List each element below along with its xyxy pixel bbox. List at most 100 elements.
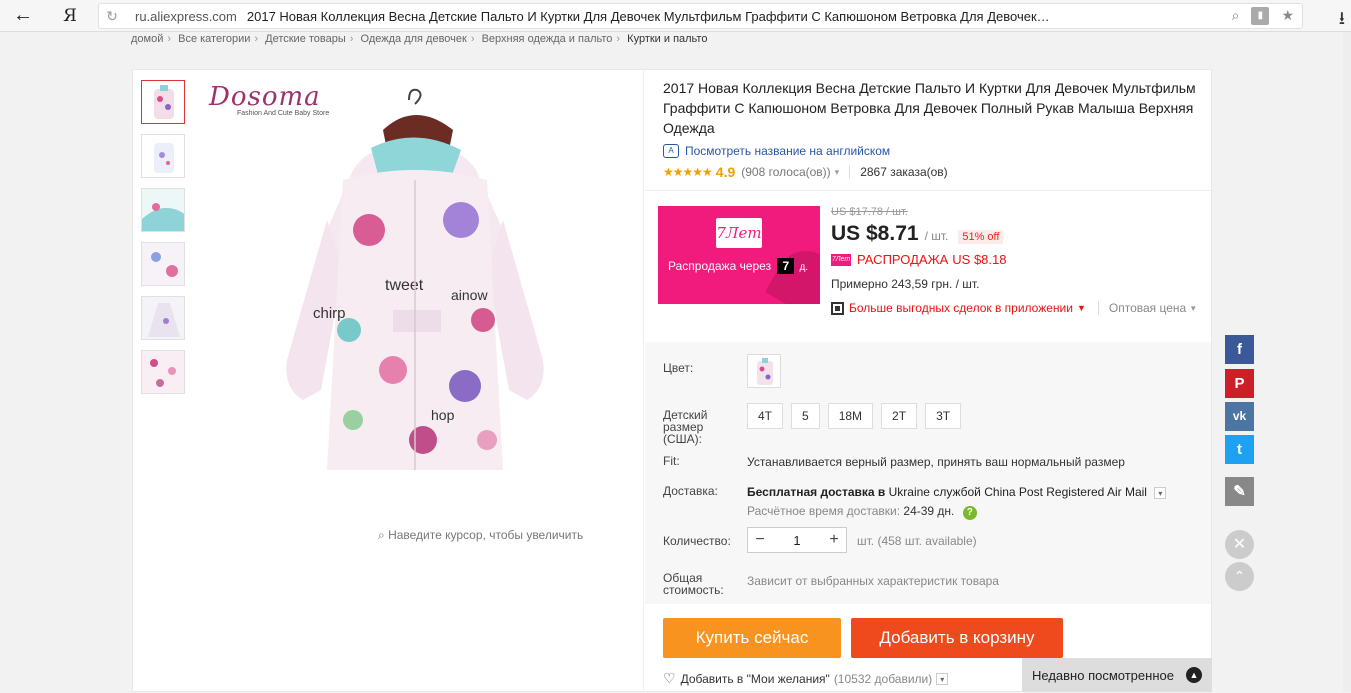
thumbnail-6[interactable] bbox=[141, 350, 185, 394]
vk-icon[interactable]: vk bbox=[1225, 402, 1254, 431]
breadcrumb-current[interactable]: Куртки и пальто bbox=[627, 33, 707, 45]
product-title: 2017 Новая Коллекция Весна Детские Пальт… bbox=[663, 80, 1196, 136]
sale-label: РАСПРОДАЖА bbox=[857, 252, 949, 267]
sale-row: 7Лет РАСПРОДАЖА US $8.18 bbox=[831, 252, 1197, 267]
recently-viewed-bar[interactable]: Недавно посмотренное ▲ bbox=[1022, 658, 1212, 692]
breadcrumb-all-categories[interactable]: Все категории bbox=[178, 33, 250, 45]
thumbnail-3[interactable] bbox=[141, 188, 185, 232]
discount-badge: 51% off bbox=[958, 230, 1004, 244]
size-selector: 4T 5 18M 2T 3T bbox=[747, 403, 962, 429]
app-deals-link[interactable]: Больше выгодных сделок в приложении bbox=[849, 301, 1073, 315]
quantity-input[interactable]: 1 bbox=[793, 533, 800, 548]
shipping-label: Доставка: bbox=[663, 484, 718, 498]
search-icon[interactable]: ⌕ bbox=[1232, 7, 1240, 25]
promo-countdown: Распродажа через 7 д. bbox=[668, 258, 808, 274]
wishlist-row: ♡ Добавить в "Мои желания" (10532 добави… bbox=[663, 670, 949, 687]
shipping-dropdown-icon[interactable]: ▾ bbox=[1154, 487, 1167, 499]
price-column: US $17.78 / шт. US $8.71 / шт. 51% off 7… bbox=[831, 206, 1197, 315]
size-option-3t[interactable]: 3T bbox=[925, 403, 962, 429]
shipping-service-prefix: службой bbox=[933, 485, 981, 499]
thumbnail-5[interactable] bbox=[141, 296, 185, 340]
shipping-country: Ukraine bbox=[888, 485, 930, 499]
thumbnail-1[interactable] bbox=[141, 80, 185, 124]
action-buttons: Купить сейчас Добавить в корзину bbox=[663, 618, 1063, 658]
plus-icon[interactable]: + bbox=[828, 531, 840, 549]
url-domain: ru.aliexpress.com bbox=[135, 8, 237, 24]
heart-icon[interactable]: ♡ bbox=[663, 670, 676, 687]
size-option-5[interactable]: 5 bbox=[791, 403, 820, 429]
translate-icon: A bbox=[663, 144, 679, 158]
page-scrollbar[interactable] bbox=[1343, 32, 1351, 692]
yandex-logo[interactable]: Я bbox=[46, 6, 94, 26]
price-block: 7Лет Распродажа через 7 д. US $17.78 / ш… bbox=[645, 190, 1211, 340]
quantity-stepper: − 1 + bbox=[747, 527, 847, 553]
size-option-18m[interactable]: 18M bbox=[827, 403, 874, 429]
eta-row: Расчётное время доставки: 24-39 дн. ? bbox=[747, 504, 977, 520]
shipping-service: China Post Registered Air Mail bbox=[984, 485, 1147, 499]
facebook-icon[interactable]: f bbox=[1225, 335, 1254, 364]
chevron-up-icon[interactable]: ▲ bbox=[1186, 667, 1202, 683]
chevron-down-icon[interactable]: ▾ bbox=[936, 672, 949, 685]
translate-link[interactable]: Посмотреть название на английском bbox=[685, 144, 890, 158]
translate-row: A Посмотреть название на английском bbox=[663, 144, 1208, 158]
zoom-hint: ⌕ Наведите курсор, чтобы увеличить bbox=[378, 528, 584, 542]
current-price-row: US $8.71 / шт. 51% off bbox=[831, 222, 1197, 246]
star-bookmark-icon[interactable]: ★ bbox=[1281, 7, 1294, 25]
thumbnail-2[interactable] bbox=[141, 134, 185, 178]
breadcrumb-kids[interactable]: Детские товары bbox=[265, 33, 346, 45]
sale-price: US $8.18 bbox=[952, 252, 1007, 267]
brand-tagline: Fashion And Cute Baby Store bbox=[237, 110, 330, 117]
breadcrumb-home[interactable]: домой bbox=[131, 33, 163, 45]
promo-days: 7 bbox=[777, 258, 795, 274]
promo-banner[interactable]: 7Лет Распродажа через 7 д. bbox=[658, 206, 820, 304]
shipping-free: Бесплатная доставка в bbox=[747, 485, 886, 499]
eta-label: Расчётное время доставки: bbox=[747, 504, 901, 518]
size-option-2t[interactable]: 2T bbox=[881, 403, 918, 429]
svg-text:tweet: tweet bbox=[385, 277, 424, 294]
pinterest-icon[interactable]: P bbox=[1225, 369, 1254, 398]
caret-down-icon[interactable]: ▼ bbox=[1077, 303, 1086, 313]
app-deals-row: Больше выгодных сделок в приложении ▼ Оп… bbox=[831, 301, 1197, 315]
qr-code-icon bbox=[831, 301, 844, 315]
quantity-label: Количество: bbox=[663, 534, 731, 548]
brand-logo: Dosoma Fashion And Cute Baby Store bbox=[209, 82, 329, 117]
product-card: Dosoma Fashion And Cute Baby Store tweet… bbox=[132, 69, 1212, 693]
page-tab-title: 2017 Новая Коллекция Весна Детские Пальт… bbox=[246, 8, 1050, 24]
promo-days-suffix: д. bbox=[799, 262, 809, 273]
quantity-available: шт. (458 шт. available) bbox=[857, 534, 977, 548]
add-to-cart-button[interactable]: Добавить в корзину bbox=[851, 618, 1063, 658]
breadcrumb-outerwear[interactable]: Верхняя одежда и пальто bbox=[482, 33, 613, 45]
scroll-up-icon[interactable]: ⌃ bbox=[1225, 562, 1254, 591]
product-options: Цвет: Детский размер (США): 4T 5 18M 2T … bbox=[645, 342, 1211, 604]
wishlist-count: (10532 добавили) bbox=[833, 671, 933, 686]
chevron-down-icon[interactable]: ▾ bbox=[835, 167, 840, 178]
eta-value: 24-39 дн. bbox=[903, 504, 955, 518]
close-icon[interactable]: ✕ bbox=[1225, 530, 1254, 559]
recently-viewed-label: Недавно посмотренное bbox=[1032, 667, 1174, 683]
promo-badge: 7Лет bbox=[716, 218, 762, 248]
address-bar[interactable]: ↻ ru.aliexpress.com 2017 Новая Коллекция… bbox=[98, 3, 1303, 29]
caret-down-icon[interactable]: ▼ bbox=[1189, 304, 1197, 313]
back-arrow-icon[interactable]: ← bbox=[0, 4, 46, 27]
rating-value: 4.9 bbox=[715, 164, 736, 180]
help-icon[interactable]: ? bbox=[962, 506, 977, 520]
size-option-4t[interactable]: 4T bbox=[747, 403, 784, 429]
lock-icon[interactable]: ▮ bbox=[1251, 7, 1270, 25]
wholesale-link[interactable]: Оптовая цена bbox=[1097, 301, 1186, 315]
price-unit: / шт. bbox=[924, 229, 949, 243]
edit-pencil-icon[interactable]: ✎ bbox=[1225, 477, 1254, 506]
product-main-image[interactable]: Dosoma Fashion And Cute Baby Store tweet… bbox=[203, 70, 643, 542]
sale-icon: 7Лет bbox=[831, 253, 851, 266]
buy-now-button[interactable]: Купить сейчас bbox=[663, 618, 841, 658]
color-swatch[interactable] bbox=[747, 354, 781, 388]
svg-text:ainow: ainow bbox=[451, 287, 488, 303]
thumbnail-4[interactable] bbox=[141, 242, 185, 286]
twitter-icon[interactable]: t bbox=[1225, 435, 1254, 464]
wishlist-link[interactable]: Добавить в "Мои желания" bbox=[681, 672, 830, 686]
breadcrumb-girls-clothing[interactable]: Одежда для девочек bbox=[361, 33, 467, 45]
rating-row: ★★★★★ 4.9 (908 голоса(ов)) ▾ 2867 заказа… bbox=[663, 164, 1208, 180]
reload-icon[interactable]: ↻ bbox=[99, 8, 125, 25]
thumbnail-list bbox=[141, 80, 187, 404]
votes-count[interactable]: (908 голоса(ов)) bbox=[741, 165, 830, 179]
minus-icon[interactable]: − bbox=[754, 531, 766, 549]
